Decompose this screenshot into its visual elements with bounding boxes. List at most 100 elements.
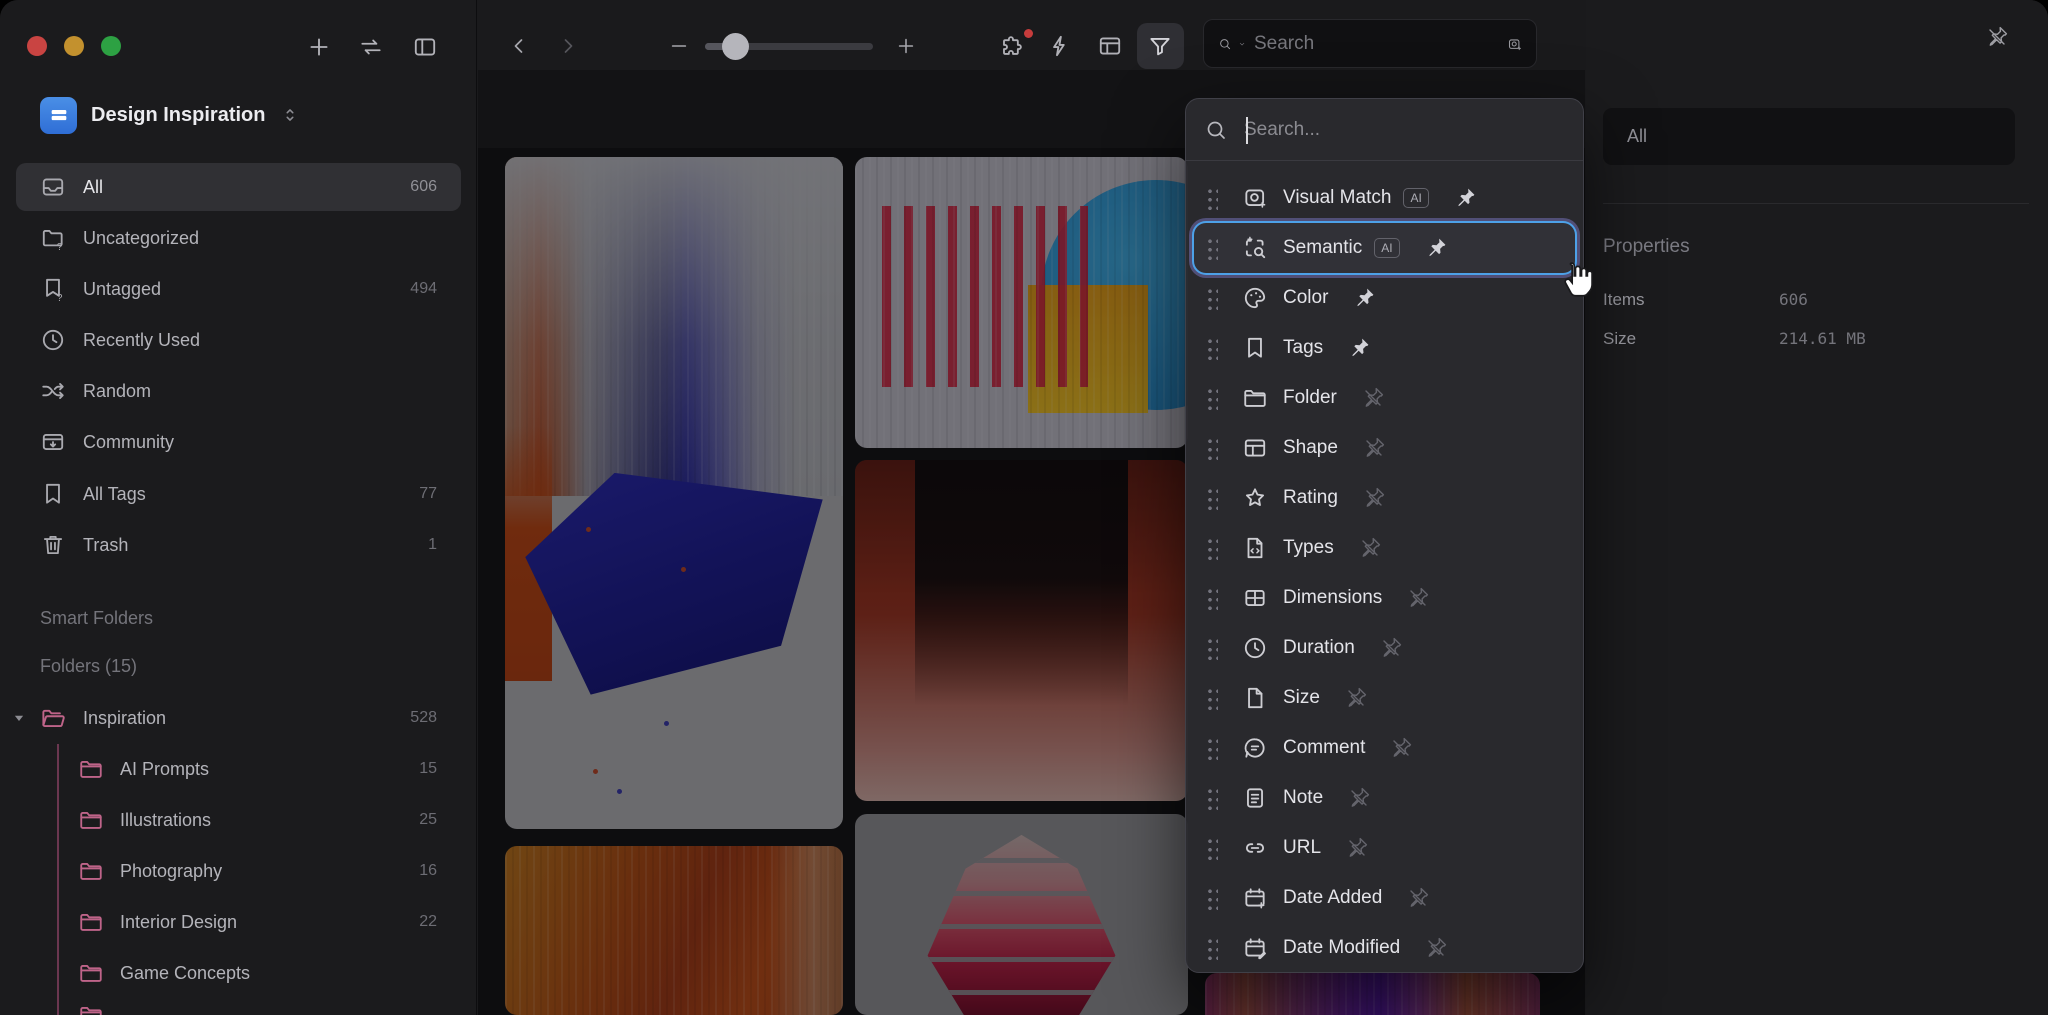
- menu-item-note[interactable]: Note: [1194, 773, 1575, 823]
- drag-handle-icon[interactable]: [1206, 387, 1218, 410]
- folder-item-inspiration[interactable]: Inspiration 528: [16, 694, 461, 742]
- note-icon: [1242, 785, 1268, 811]
- disclosure-caret-icon[interactable]: [10, 709, 28, 727]
- drag-handle-icon[interactable]: [1206, 937, 1218, 960]
- pin-off-icon[interactable]: [1345, 836, 1369, 860]
- add-button[interactable]: [306, 34, 332, 60]
- pin-off-icon[interactable]: [1379, 636, 1403, 660]
- sidebar-item-trash[interactable]: Trash 1: [16, 521, 461, 569]
- search-by-image-icon[interactable]: [1507, 31, 1522, 57]
- drag-handle-icon[interactable]: [1206, 887, 1218, 910]
- search-input[interactable]: [1252, 32, 1501, 56]
- puzzle-icon: [999, 33, 1025, 59]
- item-count: 606: [410, 178, 437, 196]
- pin-off-icon[interactable]: [1347, 786, 1371, 810]
- menu-item-color[interactable]: Color: [1194, 273, 1575, 323]
- folder-item-ai-prompts[interactable]: AI Prompts 15: [16, 745, 461, 793]
- menu-item-tags[interactable]: Tags: [1194, 323, 1575, 373]
- actions-button[interactable]: [1038, 24, 1082, 68]
- sidebar-item-untagged[interactable]: Untagged 494: [16, 265, 461, 313]
- property-label: Items: [1603, 290, 1645, 310]
- drag-handle-icon[interactable]: [1206, 237, 1218, 260]
- folder-item-photography[interactable]: Photography 16: [16, 847, 461, 895]
- panel-pin-icon[interactable]: [1985, 25, 2009, 49]
- drag-handle-icon[interactable]: [1206, 787, 1218, 810]
- drag-handle-icon[interactable]: [1206, 537, 1218, 560]
- menu-item-size[interactable]: Size: [1194, 673, 1575, 723]
- divider: [1603, 203, 2029, 204]
- pin-off-icon[interactable]: [1358, 536, 1382, 560]
- menu-item-folder[interactable]: Folder: [1194, 373, 1575, 423]
- sidebar-item-label: Uncategorized: [83, 228, 199, 249]
- sidebar-item-recently-used[interactable]: Recently Used: [16, 316, 461, 364]
- pin-icon[interactable]: [1453, 186, 1477, 210]
- folder-item-interior-design[interactable]: Interior Design 22: [16, 898, 461, 946]
- toggle-sidebar-icon[interactable]: [412, 34, 438, 60]
- zoom-in-button[interactable]: [884, 24, 928, 68]
- sidebar-item-label: Trash: [83, 535, 128, 556]
- pin-off-icon[interactable]: [1406, 586, 1430, 610]
- folder-item-game-concepts[interactable]: Game Concepts: [16, 949, 461, 997]
- sidebar-item-all[interactable]: All 606: [16, 163, 461, 211]
- sidebar-item-random[interactable]: Random: [16, 367, 461, 415]
- pin-off-icon[interactable]: [1344, 686, 1368, 710]
- zoom-slider-thumb[interactable]: [722, 33, 749, 60]
- pin-off-icon[interactable]: [1406, 886, 1430, 910]
- back-button[interactable]: [497, 24, 541, 68]
- pin-off-icon[interactable]: [1362, 486, 1386, 510]
- global-search-field[interactable]: [1203, 19, 1537, 68]
- menu-item-comment[interactable]: Comment: [1194, 723, 1575, 773]
- drag-handle-icon[interactable]: [1206, 187, 1218, 210]
- menu-item-date-added[interactable]: Date Added: [1194, 873, 1575, 923]
- import-export-icon[interactable]: [358, 34, 384, 60]
- traffic-close-button[interactable]: [27, 36, 47, 56]
- menu-item-duration[interactable]: Duration: [1194, 623, 1575, 673]
- pin-off-icon[interactable]: [1424, 936, 1448, 960]
- folder-icon: [78, 909, 104, 935]
- mouse-cursor: [1556, 260, 1594, 303]
- pin-icon[interactable]: [1424, 236, 1448, 260]
- sidebar-item-label: Recently Used: [83, 330, 200, 351]
- drag-handle-icon[interactable]: [1206, 287, 1218, 310]
- text-caret: [1246, 117, 1248, 144]
- traffic-minimize-button[interactable]: [64, 36, 84, 56]
- filter-menu-popover: Visual Match AI Semantic AI Color: [1185, 98, 1584, 973]
- forward-button[interactable]: [546, 24, 590, 68]
- item-count: 494: [410, 280, 437, 298]
- sidebar-item-all-tags[interactable]: All Tags 77: [16, 470, 461, 518]
- sidebar-item-community[interactable]: Community: [16, 418, 461, 466]
- drag-handle-icon[interactable]: [1206, 487, 1218, 510]
- filter-menu-search-input[interactable]: [1242, 118, 1565, 142]
- menu-item-dimensions[interactable]: Dimensions: [1194, 573, 1575, 623]
- menu-item-visual-match[interactable]: Visual Match AI: [1194, 173, 1575, 223]
- drag-handle-icon[interactable]: [1206, 587, 1218, 610]
- folder-item-illustrations[interactable]: Illustrations 25: [16, 796, 461, 844]
- drag-handle-icon[interactable]: [1206, 337, 1218, 360]
- library-switcher[interactable]: Design Inspiration: [40, 96, 440, 134]
- drag-handle-icon[interactable]: [1206, 637, 1218, 660]
- pin-off-icon[interactable]: [1361, 386, 1385, 410]
- pin-off-icon[interactable]: [1389, 736, 1413, 760]
- chevron-updown-icon[interactable]: [279, 104, 301, 126]
- search-scope-chevron-icon[interactable]: [1238, 37, 1246, 51]
- traffic-zoom-button[interactable]: [101, 36, 121, 56]
- layout-button[interactable]: [1088, 24, 1132, 68]
- menu-item-shape[interactable]: Shape: [1194, 423, 1575, 473]
- pin-icon[interactable]: [1352, 286, 1376, 310]
- zoom-out-button[interactable]: [657, 24, 701, 68]
- drag-handle-icon[interactable]: [1206, 437, 1218, 460]
- pin-off-icon[interactable]: [1362, 436, 1386, 460]
- drag-handle-icon[interactable]: [1206, 837, 1218, 860]
- menu-item-date-modified[interactable]: Date Modified: [1194, 923, 1575, 973]
- menu-item-url[interactable]: URL: [1194, 823, 1575, 873]
- menu-item-rating[interactable]: Rating: [1194, 473, 1575, 523]
- pin-icon[interactable]: [1347, 336, 1371, 360]
- folder-icon: [78, 858, 104, 884]
- sidebar-item-uncategorized[interactable]: Uncategorized: [16, 214, 461, 262]
- menu-item-types[interactable]: Types: [1194, 523, 1575, 573]
- menu-item-semantic[interactable]: Semantic AI: [1194, 223, 1575, 273]
- shuffle-icon: [40, 378, 66, 404]
- drag-handle-icon[interactable]: [1206, 687, 1218, 710]
- drag-handle-icon[interactable]: [1206, 737, 1218, 760]
- filter-button[interactable]: [1138, 24, 1182, 68]
